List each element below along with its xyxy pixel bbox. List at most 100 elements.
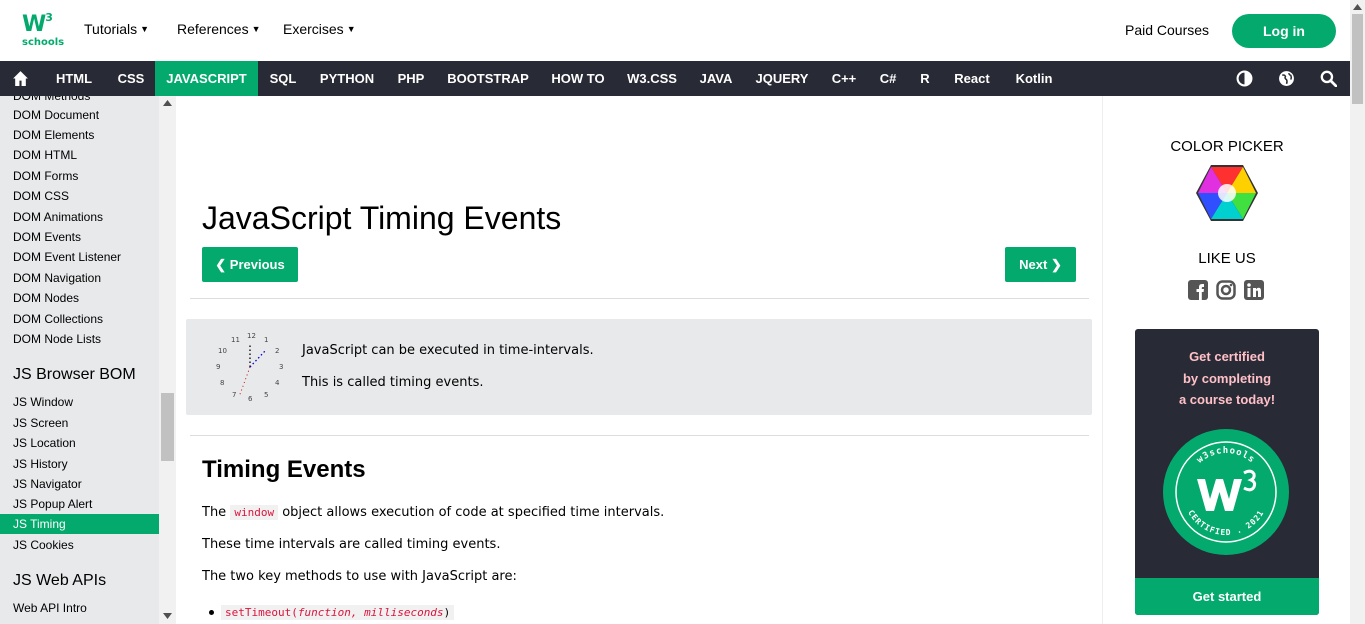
instagram-icon[interactable] — [1216, 280, 1236, 300]
color-picker-heading: COLOR PICKER — [1170, 138, 1284, 155]
clock-number: 11 — [231, 336, 240, 344]
nav-jquery[interactable]: JQUERY — [748, 61, 816, 96]
sidebar-item-dom-document[interactable]: DOM Document — [0, 105, 159, 125]
inline-code-window: window — [230, 505, 279, 520]
nav-html[interactable]: HTML — [46, 61, 102, 96]
caret-down-icon: ▼ — [251, 24, 261, 34]
nav-python[interactable]: PYTHON — [311, 61, 383, 96]
sidebar: DOM Methods DOM Document DOM Elements DO… — [0, 96, 176, 624]
clock-number: 8 — [220, 379, 224, 387]
nav-csharp[interactable]: C# — [872, 61, 904, 96]
facebook-icon[interactable] — [1188, 280, 1208, 300]
sidebar-heading-webapis: JS Web APIs — [13, 572, 107, 589]
nav-bootstrap[interactable]: BOOTSTRAP — [441, 61, 535, 96]
cert-text-1: Get certified — [1189, 349, 1265, 364]
nav-w3css[interactable]: W3.CSS — [620, 61, 684, 96]
sidebar-item-dom-elements[interactable]: DOM Elements — [0, 125, 159, 145]
scroll-up-arrow-icon[interactable] — [163, 100, 172, 106]
caret-down-icon: ▼ — [140, 24, 150, 34]
clock-number: 6 — [248, 395, 253, 403]
sidebar-item-js-popup-alert[interactable]: JS Popup Alert — [0, 494, 159, 514]
inline-code-settimeout: setTimeout(function, milliseconds) — [221, 605, 455, 620]
contrast-icon[interactable] — [1236, 70, 1253, 87]
exercises-menu[interactable]: Exercises ▼ — [283, 21, 356, 37]
clock-number: 2 — [275, 347, 279, 355]
nav-css[interactable]: CSS — [110, 61, 152, 96]
list-item: setTimeout(function, milliseconds) — [209, 605, 455, 620]
get-started-button[interactable]: Get started — [1135, 578, 1319, 615]
w3schools-logo[interactable]: W3 schools — [22, 10, 65, 50]
sidebar-scroll-thumb[interactable] — [161, 393, 174, 461]
intro-note: 12 1 2 3 4 5 6 7 8 9 10 11 JavaScript ca… — [186, 319, 1092, 415]
bullet — [209, 610, 214, 615]
window-scrollbar[interactable] — [1350, 0, 1365, 624]
certification-ad[interactable]: Get certified by completing a course tod… — [1135, 329, 1319, 615]
sidebar-item-js-navigator[interactable]: JS Navigator — [0, 474, 159, 494]
nav-cpp[interactable]: C++ — [824, 61, 864, 96]
nav-php[interactable]: PHP — [389, 61, 433, 96]
scroll-up-arrow-icon[interactable] — [1353, 4, 1362, 10]
sidebar-item-dom-node-lists[interactable]: DOM Node Lists — [0, 329, 159, 349]
search-icon[interactable] — [1320, 70, 1337, 87]
paragraph-methods: The two key methods to use with JavaScri… — [202, 569, 517, 584]
clock-number: 9 — [216, 363, 220, 371]
nav-react[interactable]: React — [946, 61, 998, 96]
sidebar-item-js-timing[interactable]: JS Timing — [0, 514, 159, 534]
like-us-heading: LIKE US — [1198, 250, 1256, 267]
certified-badge-icon: w3schools CERTIFIED . 2021 — [1163, 429, 1289, 555]
tutorials-menu[interactable]: Tutorials ▼ — [84, 21, 149, 37]
logo-text: schools — [22, 37, 65, 48]
sidebar-item-dom-event-listener[interactable]: DOM Event Listener — [0, 247, 159, 267]
color-picker-icon[interactable] — [1195, 164, 1259, 222]
main-content: JavaScript Timing Events ❮ Previous Next… — [176, 96, 1102, 624]
next-button[interactable]: Next ❯ — [1005, 247, 1076, 282]
sidebar-item-dom-animations[interactable]: DOM Animations — [0, 207, 159, 227]
section-heading: Timing Events — [202, 456, 366, 483]
clock-number: 7 — [232, 391, 236, 399]
cert-text-2: by completing — [1182, 371, 1272, 386]
sidebar-item-js-cookies[interactable]: JS Cookies — [0, 535, 159, 555]
paragraph-window: The window object allows execution of co… — [202, 505, 665, 520]
sidebar-item-js-history[interactable]: JS History — [0, 454, 159, 474]
main-nav: HTML CSS JAVASCRIPT SQL PYTHON PHP BOOTS… — [0, 61, 1350, 96]
scroll-down-arrow-icon[interactable] — [163, 613, 172, 619]
sidebar-item-dom-html[interactable]: DOM HTML — [0, 145, 159, 165]
note-line-1: JavaScript can be executed in time-inter… — [302, 343, 594, 358]
nav-java[interactable]: JAVA — [692, 61, 740, 96]
divider — [190, 298, 1089, 299]
nav-sql[interactable]: SQL — [262, 61, 304, 96]
sidebar-item-dom-navigation[interactable]: DOM Navigation — [0, 268, 159, 288]
sidebar-item-dom-css[interactable]: DOM CSS — [0, 186, 159, 206]
globe-icon[interactable] — [1278, 70, 1295, 87]
nav-r[interactable]: R — [912, 61, 938, 96]
clock-number: 4 — [275, 379, 280, 387]
sidebar-item-dom-collections[interactable]: DOM Collections — [0, 309, 159, 329]
caret-down-icon: ▼ — [346, 24, 356, 34]
clock-number: 12 — [247, 332, 256, 340]
nav-javascript[interactable]: JAVASCRIPT — [155, 61, 258, 96]
paid-courses-link[interactable]: Paid Courses — [1125, 22, 1209, 38]
sidebar-item-js-screen[interactable]: JS Screen — [0, 413, 159, 433]
sidebar-item-js-location[interactable]: JS Location — [0, 433, 159, 453]
page-title: JavaScript Timing Events — [202, 200, 562, 236]
references-menu[interactable]: References ▼ — [177, 21, 261, 37]
sidebar-scrollbar[interactable] — [159, 96, 176, 624]
nav-howto[interactable]: HOW TO — [543, 61, 613, 96]
login-button[interactable]: Log in — [1232, 14, 1336, 48]
clock-number: 3 — [279, 363, 283, 371]
clock-icon: 12 1 2 3 4 5 6 7 8 9 10 11 — [216, 332, 283, 403]
previous-button[interactable]: ❮ Previous — [202, 247, 298, 282]
right-column: COLOR PICKER LIKE US Get certified by co… — [1102, 96, 1350, 624]
sidebar-item-dom-events[interactable]: DOM Events — [0, 227, 159, 247]
sidebar-item-dom-forms[interactable]: DOM Forms — [0, 166, 159, 186]
nav-kotlin[interactable]: Kotlin — [1006, 61, 1062, 96]
window-scroll-thumb[interactable] — [1352, 14, 1363, 104]
home-icon[interactable] — [12, 70, 29, 87]
sidebar-item-web-api-intro[interactable]: Web API Intro — [0, 598, 159, 618]
note-line-2: This is called timing events. — [302, 375, 484, 390]
sidebar-item-js-window[interactable]: JS Window — [0, 392, 159, 412]
sidebar-item-dom-nodes[interactable]: DOM Nodes — [0, 288, 159, 308]
logo-mark: W3 — [22, 10, 53, 37]
clock-number: 10 — [218, 347, 227, 355]
linkedin-icon[interactable] — [1244, 280, 1264, 300]
